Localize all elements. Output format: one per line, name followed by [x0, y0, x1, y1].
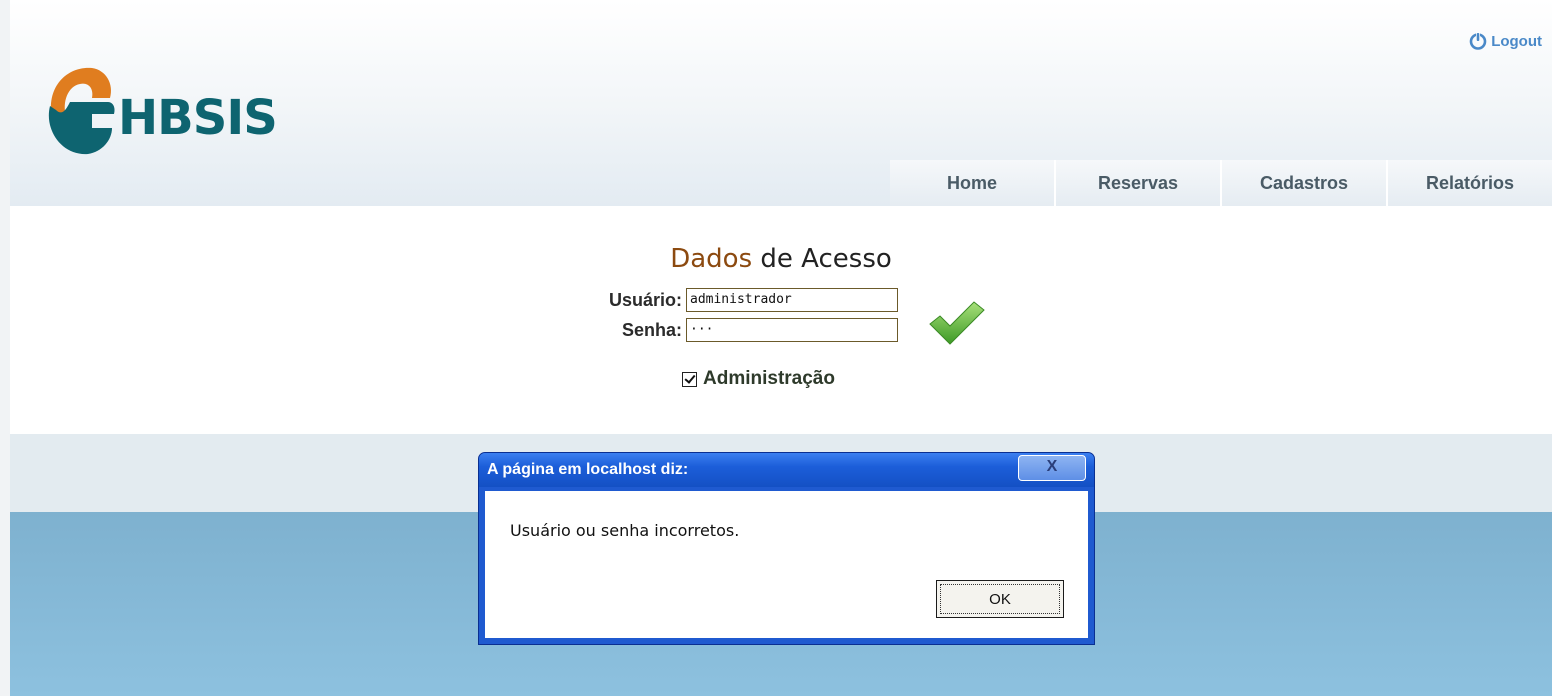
logo: HBSIS — [38, 58, 358, 158]
dialog-titlebar[interactable]: A página em localhost diz: X — [479, 453, 1094, 487]
dialog-message: Usuário ou senha incorretos. — [510, 521, 740, 540]
admin-label: Administração — [703, 368, 835, 389]
password-input[interactable]: ··· — [686, 318, 898, 342]
nav-item-relatorios[interactable]: Relatórios — [1386, 160, 1552, 206]
admin-option[interactable]: Administração — [682, 368, 835, 390]
logo-text: HBSIS — [118, 90, 278, 146]
logout-link[interactable]: Logout — [1469, 30, 1542, 52]
user-input[interactable]: administrador — [686, 288, 898, 312]
nav-item-cadastros[interactable]: Cadastros — [1220, 160, 1386, 206]
login-title-rest: de Acesso — [752, 244, 892, 274]
nav-item-home[interactable]: Home — [890, 160, 1054, 206]
login-panel: Dados de Acesso Usuário: administrador S… — [10, 206, 1552, 434]
power-icon — [1469, 32, 1487, 50]
dialog-title: A página em localhost diz: — [487, 461, 689, 478]
close-button[interactable]: X — [1018, 455, 1086, 481]
admin-checkbox[interactable] — [682, 371, 697, 387]
nav-item-reservas[interactable]: Reservas — [1054, 160, 1220, 206]
checkmark-icon[interactable] — [926, 298, 986, 348]
dialog-body: Usuário ou senha incorretos. OK — [485, 491, 1088, 638]
logo-icon — [48, 67, 115, 155]
alert-dialog: A página em localhost diz: X Usuário ou … — [478, 452, 1095, 645]
header: HBSIS Logout Home Reservas Cadastros Rel… — [10, 0, 1552, 206]
password-label: Senha: — [621, 320, 682, 340]
login-title-highlight: Dados — [670, 244, 753, 274]
user-label: Usuário: — [608, 290, 682, 310]
login-title: Dados de Acesso — [10, 244, 1552, 274]
logout-label: Logout — [1491, 32, 1542, 50]
main-nav: Home Reservas Cadastros Relatórios — [890, 160, 1552, 206]
ok-button[interactable]: OK — [936, 580, 1064, 618]
